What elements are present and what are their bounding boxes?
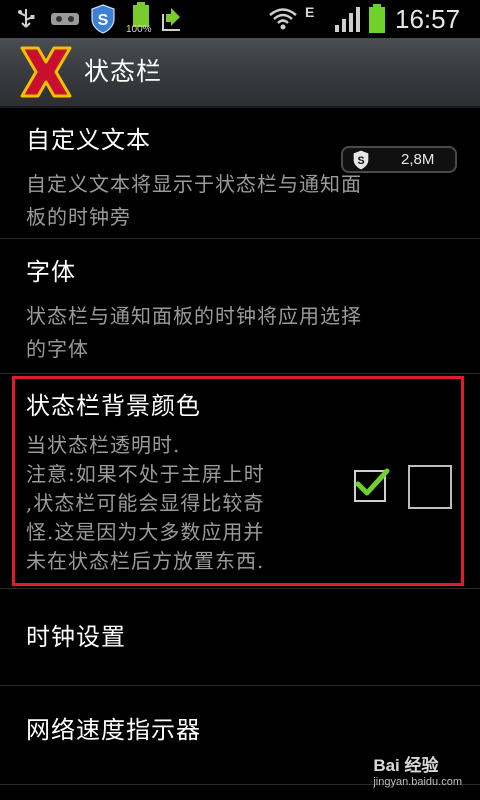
x-app-icon[interactable] (18, 44, 74, 100)
net-speed-overlay: S 2,8M (341, 146, 457, 173)
setting-summary: 自定义文本将显示于状态栏与通知面 板的时钟旁 (26, 168, 362, 234)
overlay-value: 2,8M (401, 151, 435, 168)
wifi-icon (269, 8, 297, 30)
setting-title: 自定义文本 (26, 126, 151, 154)
setting-custom-text[interactable]: 自定义文本 自定义文本将显示于状态栏与通知面 板的时钟旁 (0, 108, 480, 238)
watermark: Bai 经验 jingyan.baidu.com (373, 751, 462, 788)
setting-summary: 状态栏与通知面板的时钟将应用选择 的字体 (26, 300, 362, 366)
summary-line: 的字体 (26, 337, 89, 361)
setting-clock[interactable]: 时钟设置 (0, 589, 480, 685)
clock: 16:57 (395, 4, 461, 34)
summary-line: 板的时钟旁 (26, 205, 131, 229)
setting-title: 网络速度指示器 (26, 716, 201, 744)
voicemail-icon (51, 13, 79, 25)
signal-bars-icon (335, 7, 360, 32)
download-icon (162, 8, 180, 31)
page-title: 状态栏 (84, 57, 163, 86)
svg-text:S: S (357, 155, 364, 167)
battery-icon (369, 4, 385, 33)
status-bar: S 100% E 16:57 (0, 0, 480, 38)
svg-text:S: S (98, 12, 109, 29)
usb-icon (18, 9, 35, 28)
title-bar: 状态栏 (0, 38, 480, 108)
summary-line: 状态栏与通知面板的时钟将应用选择 (26, 304, 362, 328)
watermark-url: jingyan.baidu.com (373, 776, 462, 788)
battery-percent: 100% (126, 24, 152, 35)
security-s-icon: S (353, 150, 369, 170)
network-type: E (305, 4, 315, 20)
setting-title: 时钟设置 (26, 623, 126, 651)
highlight-annotation (12, 376, 464, 586)
setting-title: 字体 (26, 258, 76, 286)
setting-font[interactable]: 字体 状态栏与通知面板的时钟将应用选择 的字体 (0, 239, 480, 373)
summary-line: 自定义文本将显示于状态栏与通知面 (26, 172, 362, 196)
security-s-icon: S (91, 4, 115, 34)
watermark-logo: Bai 经验 (373, 756, 439, 775)
